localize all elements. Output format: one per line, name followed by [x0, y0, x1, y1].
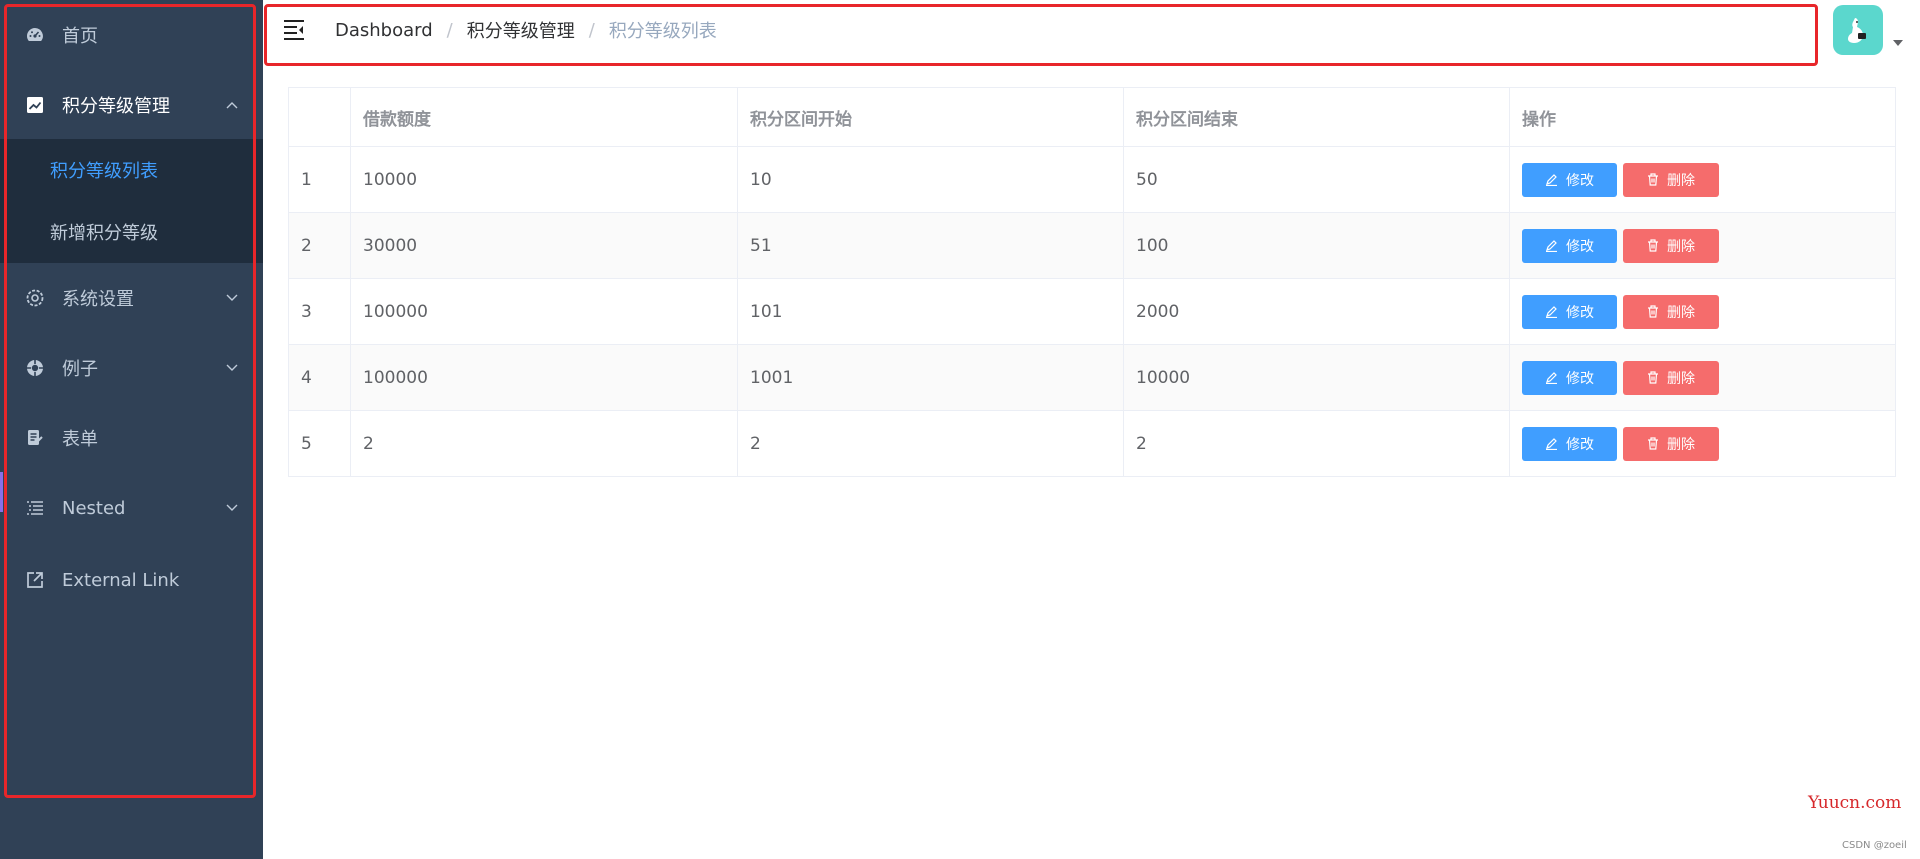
highlight-box-sidebar	[4, 4, 256, 798]
cell-index: 1	[288, 146, 351, 213]
cell-index: 5	[288, 410, 351, 477]
trash-icon	[1648, 437, 1658, 450]
cell-loan-amount: 100000	[350, 278, 738, 345]
column-header-actions: 操作	[1509, 87, 1896, 147]
cell-range-start: 2	[737, 410, 1124, 477]
credit-text: CSDN @zoeil	[1842, 840, 1907, 851]
cell-range-start: 101	[737, 278, 1124, 345]
column-header-range-end: 积分区间结束	[1123, 87, 1510, 147]
table-row: 3 100000 101 2000 修改 删除	[288, 278, 1896, 345]
cell-range-end: 2000	[1123, 278, 1510, 345]
cell-loan-amount: 30000	[350, 212, 738, 279]
delete-button-label: 删除	[1667, 370, 1695, 387]
delete-button[interactable]: 删除	[1623, 228, 1719, 263]
edit-icon	[1546, 438, 1557, 450]
watermark-text: Yuucn.com	[1808, 793, 1902, 813]
caret-down-icon[interactable]	[1893, 40, 1903, 46]
edit-button[interactable]: 修改	[1522, 360, 1617, 395]
cell-range-start: 51	[737, 212, 1124, 279]
cell-actions: 修改 删除	[1509, 410, 1896, 477]
edit-icon	[1546, 306, 1557, 318]
delete-button[interactable]: 删除	[1623, 426, 1719, 461]
table-header-row: 借款额度 积分区间开始 积分区间结束 操作	[288, 87, 1896, 147]
cell-range-start: 10	[737, 146, 1124, 213]
trash-icon	[1648, 239, 1658, 252]
trash-icon	[1648, 173, 1658, 186]
cell-actions: 修改 删除	[1509, 212, 1896, 279]
edit-icon	[1546, 240, 1557, 252]
cell-actions: 修改 删除	[1509, 278, 1896, 345]
edit-button[interactable]: 修改	[1522, 426, 1617, 461]
table-row: 4 100000 1001 10000 修改 删除	[288, 344, 1896, 411]
table-row: 2 30000 51 100 修改 删除	[288, 212, 1896, 279]
column-header-loan-amount: 借款额度	[350, 87, 738, 147]
delete-button[interactable]: 删除	[1623, 162, 1719, 197]
edit-button-label: 修改	[1566, 172, 1594, 189]
cell-loan-amount: 10000	[350, 146, 738, 213]
table-row: 1 10000 10 50 修改 删除	[288, 146, 1896, 213]
edit-button[interactable]: 修改	[1522, 294, 1617, 329]
cell-index: 4	[288, 344, 351, 411]
delete-button-label: 删除	[1667, 238, 1695, 255]
delete-button[interactable]: 删除	[1623, 360, 1719, 395]
cell-loan-amount: 2	[350, 410, 738, 477]
cell-actions: 修改 删除	[1509, 146, 1896, 213]
points-level-table: 借款额度 积分区间开始 积分区间结束 操作 1 10000 10 50 修改 删除…	[288, 87, 1896, 477]
cell-range-end: 50	[1123, 146, 1510, 213]
edit-button[interactable]: 修改	[1522, 228, 1617, 263]
table-row: 5 2 2 2 修改 删除	[288, 410, 1896, 477]
cell-loan-amount: 100000	[350, 344, 738, 411]
edit-icon	[1546, 372, 1557, 384]
edit-button[interactable]: 修改	[1522, 162, 1617, 197]
cell-range-end: 10000	[1123, 344, 1510, 411]
edit-button-label: 修改	[1566, 304, 1594, 321]
avatar[interactable]	[1833, 5, 1883, 55]
edit-icon	[1546, 174, 1557, 186]
column-header-range-start: 积分区间开始	[737, 87, 1124, 147]
delete-button-label: 删除	[1667, 436, 1695, 453]
delete-button[interactable]: 删除	[1623, 294, 1719, 329]
trash-icon	[1648, 305, 1658, 318]
cell-index: 2	[288, 212, 351, 279]
cell-range-end: 2	[1123, 410, 1510, 477]
highlight-box-navbar	[264, 4, 1818, 66]
cell-actions: 修改 删除	[1509, 344, 1896, 411]
cell-range-start: 1001	[737, 344, 1124, 411]
trash-icon	[1648, 371, 1658, 384]
cell-index: 3	[288, 278, 351, 345]
edit-button-label: 修改	[1566, 370, 1594, 387]
cell-range-end: 100	[1123, 212, 1510, 279]
column-header-index	[288, 87, 351, 147]
delete-button-label: 删除	[1667, 172, 1695, 189]
edit-button-label: 修改	[1566, 436, 1594, 453]
edit-button-label: 修改	[1566, 238, 1594, 255]
delete-button-label: 删除	[1667, 304, 1695, 321]
